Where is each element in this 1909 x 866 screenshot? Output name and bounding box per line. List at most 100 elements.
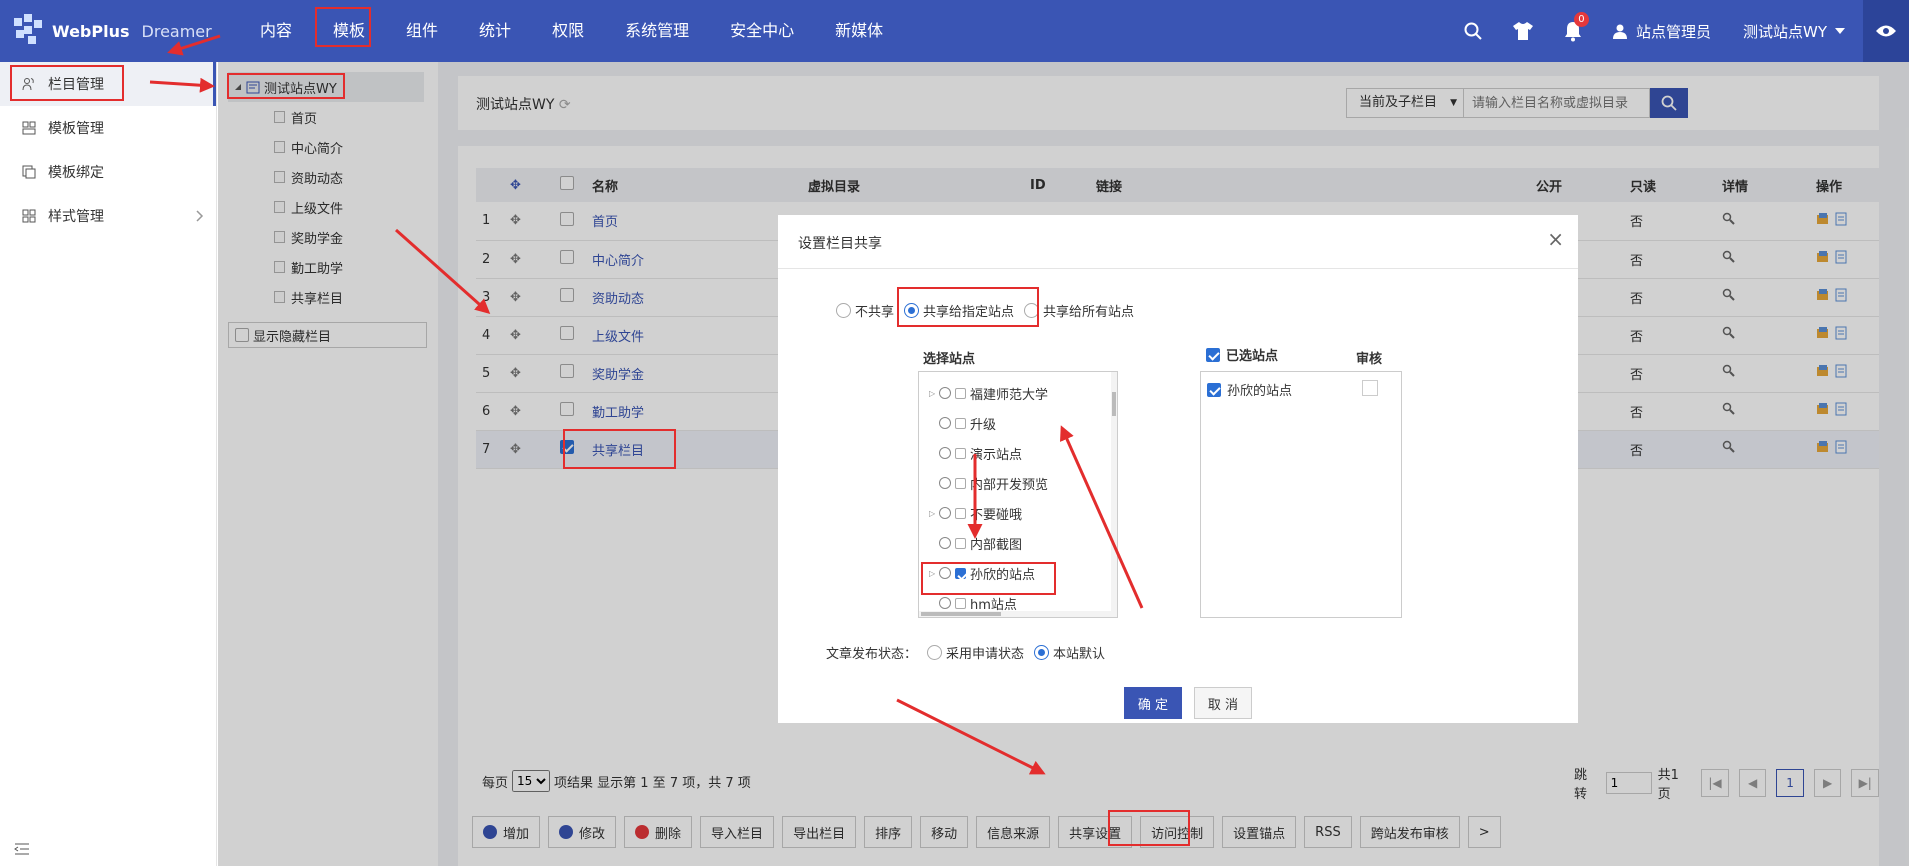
radio-share-all[interactable] <box>1024 303 1040 318</box>
column-name-link[interactable]: 资助动态 <box>592 292 644 307</box>
template-icon[interactable] <box>1816 364 1830 378</box>
row-checkbox[interactable] <box>560 326 574 340</box>
info-source-button[interactable]: 信息来源 <box>976 816 1051 848</box>
site-list-item[interactable]: 升级 <box>919 408 1117 438</box>
radio-no-share[interactable] <box>836 303 851 318</box>
move-button[interactable]: 移动 <box>920 816 969 848</box>
set-anchor-button[interactable]: 设置锚点 <box>1222 816 1297 848</box>
nav-component[interactable]: 组件 <box>390 0 454 62</box>
row-checkbox[interactable] <box>560 288 574 302</box>
site-checkbox[interactable] <box>955 477 966 489</box>
document-icon[interactable] <box>1834 212 1848 226</box>
sort-button[interactable]: 排序 <box>864 816 913 848</box>
option-site-default[interactable]: 本站默认 <box>1034 643 1105 662</box>
site-checkbox[interactable] <box>955 567 966 579</box>
drag-handle-icon[interactable]: ✥ <box>504 240 554 279</box>
expand-arrow-icon[interactable]: ▷ <box>929 389 939 398</box>
chosen-site-item[interactable]: 孙欣的站点 <box>1207 380 1292 399</box>
site-list[interactable]: ▷ 福建师范大学 升级 演示站点 内部开发预览 ▷ 不要碰哦 内部截图 ▷ 孙欣的站点 hm站点 <box>918 371 1118 618</box>
more-actions-button[interactable]: > <box>1467 816 1501 848</box>
template-icon[interactable] <box>1816 402 1830 416</box>
magnifier-icon[interactable] <box>1722 250 1736 264</box>
column-search-input[interactable] <box>1464 88 1650 118</box>
logo[interactable]: WebPlus Dreamer <box>12 14 212 48</box>
row-checkbox[interactable] <box>560 440 574 454</box>
add-button[interactable]: 增加 <box>472 816 541 848</box>
search-button[interactable] <box>1650 88 1688 118</box>
site-checkbox[interactable] <box>955 537 966 549</box>
template-icon[interactable] <box>1816 440 1830 454</box>
magnifier-icon[interactable] <box>1722 326 1736 340</box>
document-icon[interactable] <box>1834 440 1848 454</box>
column-name-link[interactable]: 勤工助学 <box>592 406 644 421</box>
delete-button[interactable]: 删除 <box>624 816 693 848</box>
rss-button[interactable]: RSS <box>1304 816 1352 848</box>
column-name-link[interactable]: 共享栏目 <box>592 444 644 459</box>
magnifier-icon[interactable] <box>1722 288 1736 302</box>
show-hidden-checkbox[interactable] <box>235 328 249 342</box>
shirt-icon[interactable] <box>1498 0 1548 62</box>
drag-handle-icon[interactable]: ✥ <box>504 202 554 241</box>
row-checkbox[interactable] <box>560 211 574 226</box>
chosen-site-checkbox[interactable] <box>1207 382 1221 397</box>
site-list-hscroll[interactable] <box>919 611 1117 617</box>
eye-icon[interactable] <box>1863 0 1909 62</box>
site-list-vscroll[interactable] <box>1111 372 1117 617</box>
site-list-item[interactable]: 内部截图 <box>919 528 1117 558</box>
prev-page-button[interactable]: ◀ <box>1738 769 1767 797</box>
close-icon[interactable]: × <box>1547 227 1564 251</box>
document-icon[interactable] <box>1834 402 1848 416</box>
user-menu[interactable]: 站点管理员 <box>1598 0 1725 62</box>
column-name-link[interactable]: 上级文件 <box>592 330 644 345</box>
site-list-item[interactable]: ▷ 孙欣的站点 <box>919 558 1117 588</box>
option-apply-status[interactable]: 采用申请状态 <box>927 643 1024 662</box>
column-name-link[interactable]: 中心简介 <box>592 254 644 269</box>
search-icon[interactable] <box>1448 0 1498 62</box>
menu-template-binding[interactable]: 模板绑定 <box>0 150 216 194</box>
radio-share-specified[interactable] <box>904 303 920 318</box>
menu-template-management[interactable]: 模板管理 <box>0 106 216 150</box>
expand-triangle-icon[interactable] <box>234 83 242 91</box>
site-list-item[interactable]: ▷ 福建师范大学 <box>919 378 1117 408</box>
next-page-button[interactable]: ▶ <box>1813 769 1842 797</box>
menu-style-management[interactable]: 样式管理 <box>0 194 216 238</box>
show-hidden-columns[interactable]: 显示隐藏栏目 <box>228 322 427 348</box>
audit-checkbox[interactable] <box>1362 380 1378 396</box>
nav-content[interactable]: 内容 <box>244 0 308 62</box>
collapse-menu-icon[interactable] <box>14 842 30 860</box>
magnifier-icon[interactable] <box>1722 402 1736 416</box>
document-icon[interactable] <box>1834 364 1848 378</box>
radio-apply-status[interactable] <box>927 645 943 660</box>
drag-handle-icon[interactable]: ✥ <box>504 354 554 393</box>
drag-handle-icon[interactable]: ✥ <box>504 278 554 317</box>
option-no-share[interactable]: 不共享 <box>836 301 894 320</box>
scope-select[interactable]: 当前及子栏目 ▼ <box>1346 88 1464 118</box>
document-icon[interactable] <box>1834 288 1848 302</box>
site-checkbox[interactable] <box>955 507 966 519</box>
site-list-item[interactable]: 演示站点 <box>919 438 1117 468</box>
nav-security[interactable]: 安全中心 <box>714 0 810 62</box>
access-control-button[interactable]: 访问控制 <box>1140 816 1215 848</box>
confirm-button[interactable]: 确 定 <box>1124 687 1182 719</box>
document-icon[interactable] <box>1834 250 1848 264</box>
per-page-select[interactable]: 15 <box>512 770 551 792</box>
nav-permission[interactable]: 权限 <box>536 0 600 62</box>
import-columns-button[interactable]: 导入栏目 <box>700 816 775 848</box>
site-checkbox[interactable] <box>955 387 966 399</box>
edit-button[interactable]: 修改 <box>548 816 617 848</box>
site-list-item[interactable]: 内部开发预览 <box>919 468 1117 498</box>
magnifier-icon[interactable] <box>1722 364 1736 378</box>
magnifier-icon[interactable] <box>1722 212 1736 226</box>
drag-handle-icon[interactable]: ✥ <box>504 392 554 431</box>
bell-icon[interactable]: 0 <box>1548 0 1598 62</box>
expand-arrow-icon[interactable]: ▷ <box>929 569 939 578</box>
share-settings-button[interactable]: 共享设置 <box>1058 816 1133 848</box>
column-name-link[interactable]: 奖助学金 <box>592 368 644 383</box>
site-checkbox[interactable] <box>955 417 966 429</box>
document-icon[interactable] <box>1834 326 1848 340</box>
menu-column-management[interactable]: 栏目管理 <box>0 62 216 106</box>
cancel-button[interactable]: 取 消 <box>1194 687 1252 719</box>
row-checkbox[interactable] <box>560 250 574 264</box>
first-page-button[interactable]: |◀ <box>1701 769 1729 797</box>
row-checkbox[interactable] <box>560 402 574 416</box>
